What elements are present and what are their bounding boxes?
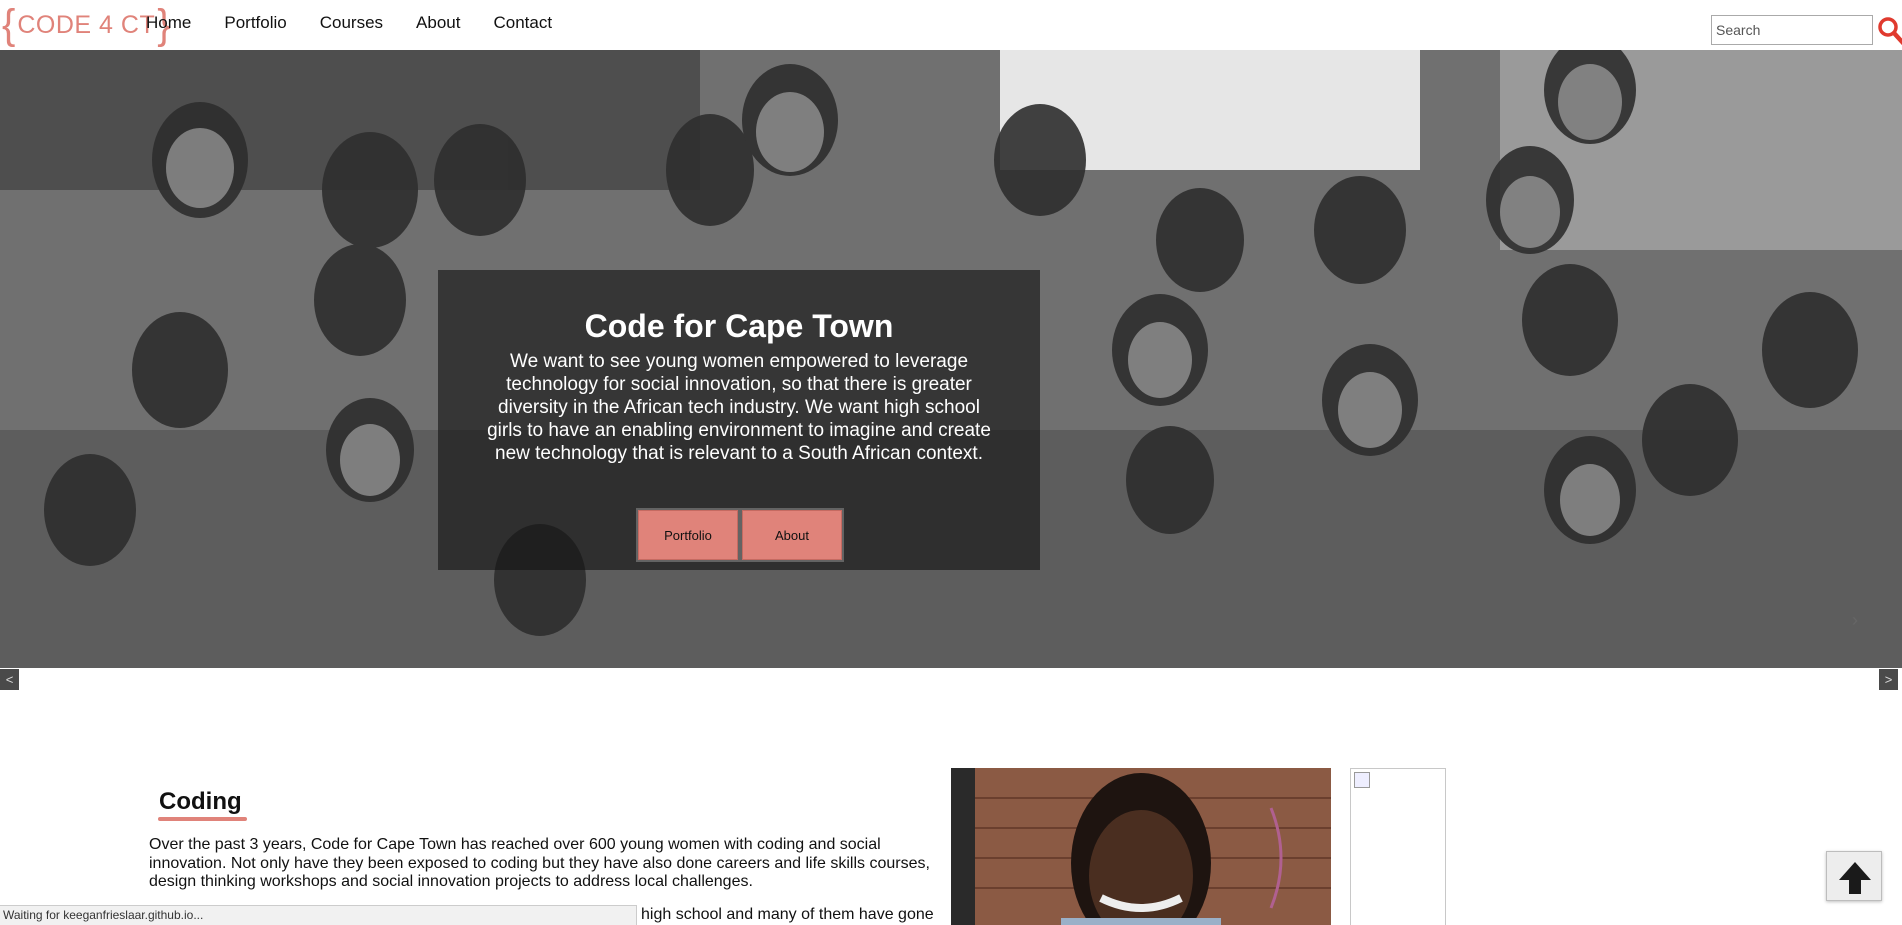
carousel-prev-button[interactable]: < (0, 669, 19, 690)
hero-description: We want to see young women empowered to … (487, 351, 991, 464)
back-to-top-button[interactable] (1826, 851, 1882, 901)
hero-about-button[interactable]: About (742, 510, 842, 560)
logo-text: CODE 4 CT (17, 11, 156, 39)
hero-text-panel: Code for Cape Town We want to see young … (438, 270, 1040, 570)
arrow-up-icon (1839, 862, 1871, 894)
nav-courses-link[interactable]: Courses (320, 13, 383, 33)
coding-paragraph-continued: high school and many of them have gone (641, 906, 934, 923)
top-navbar: { CODE 4 CT } Home Portfolio Courses Abo… (0, 0, 1902, 50)
search-button[interactable] (1876, 13, 1902, 47)
nav-about-link[interactable]: About (416, 13, 460, 33)
broken-image-icon (1354, 772, 1370, 788)
nav-home-link[interactable]: Home (146, 13, 191, 33)
hero-title: Code for Cape Town (584, 308, 894, 344)
browser-status-bar: Waiting for keeganfrieslaar.github.io... (0, 905, 637, 925)
coding-paragraph: Over the past 3 years, Code for Cape Tow… (149, 836, 930, 890)
broken-image-placeholder (1350, 768, 1446, 925)
main-menu: Home Portfolio Courses About Contact (146, 13, 585, 33)
nav-portfolio-link[interactable]: Portfolio (224, 13, 286, 33)
carousel-next-button[interactable]: > (1879, 669, 1898, 690)
search-box (1711, 15, 1873, 45)
coding-heading: Coding (159, 788, 242, 815)
search-input[interactable] (1712, 16, 1872, 44)
student-photo (951, 768, 1331, 925)
magnifier-icon (1878, 17, 1902, 46)
hero-carousel: Code for Cape Town We want to see young … (0, 50, 1902, 668)
slide-next-caret-icon[interactable]: › (1852, 610, 1858, 631)
heading-underline (158, 817, 247, 821)
hero-portfolio-button[interactable]: Portfolio (638, 510, 738, 560)
nav-contact-link[interactable]: Contact (493, 13, 552, 33)
